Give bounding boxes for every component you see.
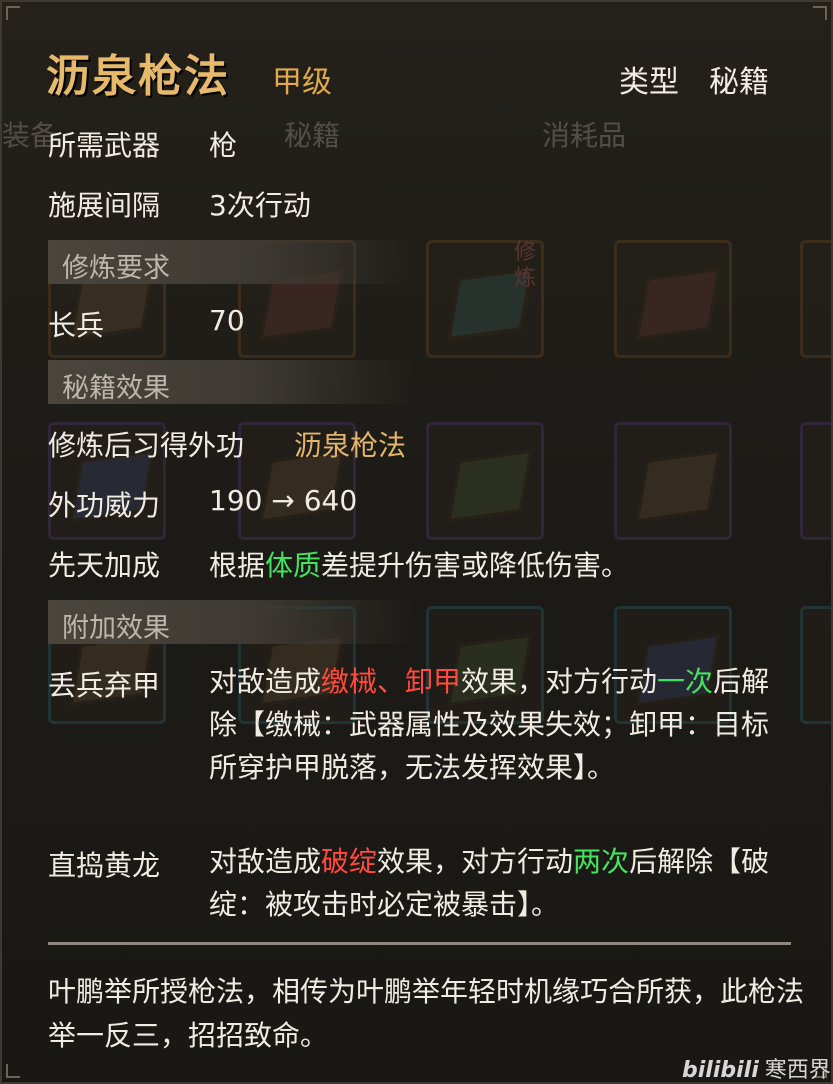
debuff-keyword: 缴械、卸甲	[321, 665, 462, 698]
watermark: bilibili 寒西界	[682, 1052, 831, 1083]
learn-skill-label: 修炼后习得外功	[48, 429, 245, 462]
section-title: 秘籍效果	[62, 373, 170, 404]
skill-power-value: 190 → 640	[209, 484, 358, 517]
item-name: 沥泉枪法	[46, 51, 230, 102]
extra-effect-2-label: 直捣黄龙	[48, 849, 161, 882]
item-grade: 甲级	[272, 65, 332, 100]
cast-interval-value: 3次行动	[209, 189, 311, 222]
requirement-value: 70	[209, 304, 245, 337]
cast-interval-label: 施展间隔	[48, 189, 161, 222]
learn-skill-value: 沥泉枪法	[294, 429, 407, 462]
lore-text: 叶鹏举所授枪法，相传为叶鹏举年轻时机缘巧合所获，此枪法举一反三，招招致命。	[48, 975, 805, 1052]
debuff-keyword: 破绽	[321, 845, 378, 878]
skill-power-label: 外功威力	[48, 489, 161, 522]
section-title: 修炼要求	[62, 253, 170, 284]
section-header-effects: 秘籍效果	[48, 360, 414, 404]
duration-keyword: 两次	[573, 845, 630, 878]
innate-bonus-text: 根据体质差提升伤害或降低伤害。	[209, 549, 630, 582]
section-title: 附加效果	[62, 613, 170, 644]
extra-effect-2-text: 对敌造成破绽效果，对方行动两次后解除【破绽：被攻击时必定被暴击】。	[209, 845, 770, 921]
innate-stat: 体质	[265, 549, 322, 582]
extra-effect-1-label: 丢兵弃甲	[48, 669, 161, 702]
section-header-requirement: 修炼要求	[48, 240, 414, 284]
item-type-label: 类型	[619, 65, 679, 100]
item-type-value: 秘籍	[709, 65, 769, 100]
divider	[48, 942, 791, 945]
innate-bonus-label: 先天加成	[48, 549, 161, 582]
watermark-user: 寒西界	[764, 1058, 831, 1083]
duration-keyword: 一次	[657, 665, 714, 698]
bilibili-logo: bilibili	[682, 1058, 759, 1083]
required-weapon-label: 所需武器	[48, 129, 161, 162]
extra-effect-1-text: 对敌造成缴械、卸甲效果，对方行动一次后解除【缴械：武器属性及效果失效；卸甲：目标…	[209, 665, 770, 784]
item-tooltip-panel: 装备 秘籍 消耗品 修炼 沥泉枪法 甲级 类型 秘籍 所需武器 枪 施展间隔 3…	[0, 0, 833, 1084]
required-weapon-value: 枪	[209, 129, 238, 162]
section-header-extra: 附加效果	[48, 600, 414, 644]
requirement-label: 长兵	[48, 309, 105, 342]
